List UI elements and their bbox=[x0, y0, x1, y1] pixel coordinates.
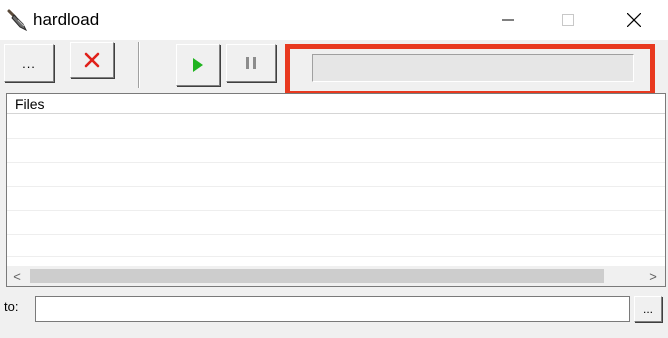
column-header-label: Files bbox=[15, 96, 45, 112]
maximize-icon bbox=[562, 14, 574, 26]
window-title: hardload bbox=[33, 10, 100, 29]
scrollbar-thumb[interactable] bbox=[30, 269, 604, 283]
maximize-button[interactable] bbox=[538, 0, 598, 40]
ellipsis-icon: ... bbox=[642, 302, 653, 316]
row-divider bbox=[7, 256, 665, 257]
row-divider bbox=[7, 234, 665, 235]
app-window: hardload ... Files < > to: ... bbox=[0, 0, 668, 338]
close-button[interactable] bbox=[604, 0, 664, 40]
play-icon bbox=[193, 58, 203, 72]
pause-icon bbox=[246, 57, 256, 69]
title-bar[interactable]: hardload bbox=[0, 0, 668, 40]
destination-label: to: bbox=[4, 299, 19, 314]
pause-button[interactable] bbox=[226, 44, 276, 82]
destination-browse-button[interactable]: ... bbox=[634, 296, 662, 322]
toolbar: ... bbox=[0, 40, 668, 96]
ellipsis-icon: ... bbox=[22, 55, 36, 71]
minimize-button[interactable] bbox=[478, 0, 538, 40]
row-divider bbox=[7, 210, 665, 211]
row-divider bbox=[7, 162, 665, 163]
start-button[interactable] bbox=[176, 44, 220, 86]
shovel-icon bbox=[6, 8, 30, 32]
close-icon bbox=[627, 13, 641, 27]
download-progress-bar bbox=[312, 54, 634, 82]
destination-field[interactable] bbox=[35, 296, 630, 322]
toolbar-separator bbox=[138, 42, 140, 88]
row-divider bbox=[7, 186, 665, 187]
column-header-files[interactable]: Files bbox=[7, 94, 665, 114]
scroll-left-icon[interactable]: < bbox=[7, 266, 27, 286]
row-divider bbox=[7, 138, 665, 139]
scroll-right-icon[interactable]: > bbox=[643, 266, 663, 286]
browse-button[interactable]: ... bbox=[4, 44, 54, 82]
delete-button[interactable] bbox=[70, 42, 114, 78]
minimize-icon bbox=[502, 19, 514, 21]
file-list[interactable]: Files < > bbox=[6, 93, 666, 287]
red-x-icon bbox=[84, 52, 100, 68]
horizontal-scrollbar[interactable]: < > bbox=[7, 266, 665, 286]
